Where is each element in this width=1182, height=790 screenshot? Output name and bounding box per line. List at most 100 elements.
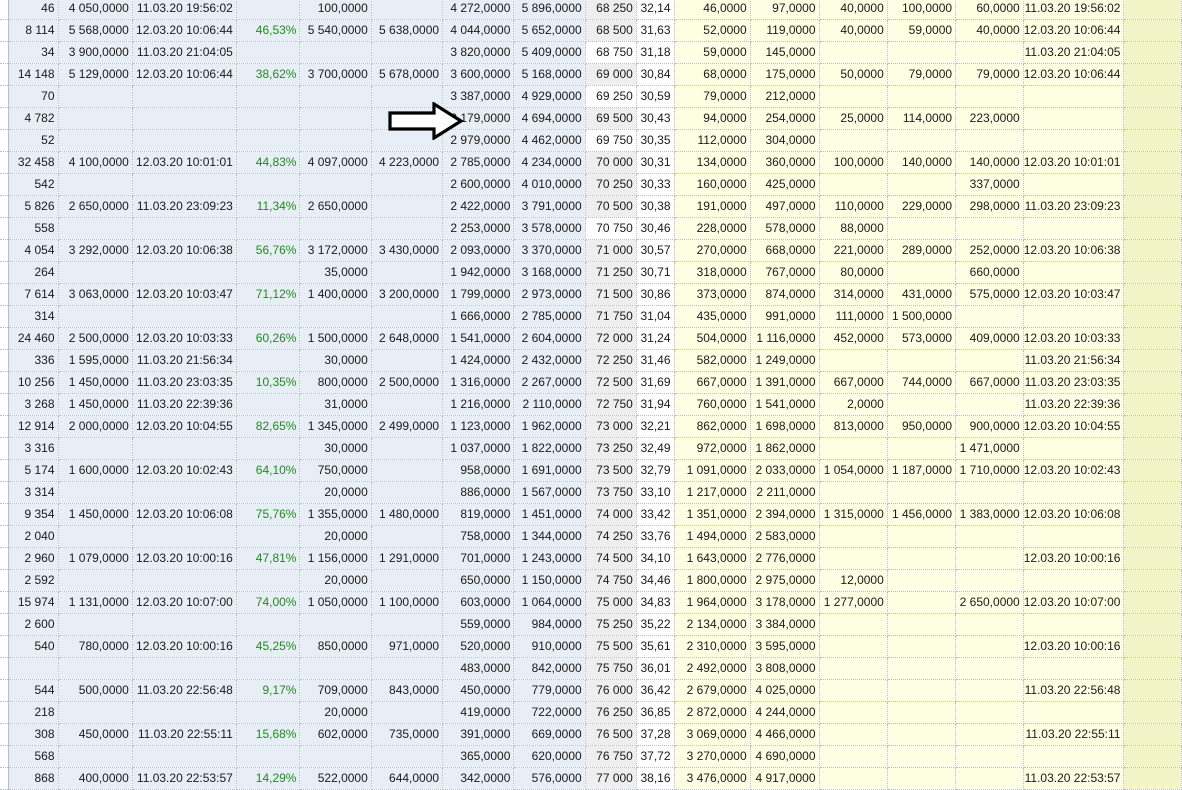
table-cell[interactable] — [58, 569, 133, 592]
table-cell[interactable]: 76 250 — [585, 701, 637, 724]
table-cell[interactable] — [1023, 305, 1125, 328]
table-cell[interactable]: 60,0000 — [955, 0, 1024, 20]
table-cell[interactable]: 1 050,0000 — [299, 591, 372, 614]
table-cell[interactable]: 72 750 — [585, 393, 637, 416]
table-cell[interactable]: 2 267,0000 — [513, 371, 586, 394]
table-cell[interactable]: 779,0000 — [513, 679, 586, 702]
table-cell[interactable] — [371, 745, 444, 768]
table-cell[interactable] — [58, 173, 133, 196]
table-cell[interactable]: 1 277,0000 — [819, 591, 888, 614]
table-cell[interactable]: 12.03.20 10:00:16 — [132, 547, 237, 570]
table-cell[interactable]: 72 250 — [585, 349, 637, 372]
table-cell[interactable]: 8 114 — [8, 19, 59, 42]
table-cell[interactable]: 69 000 — [585, 63, 637, 86]
table-cell[interactable]: 2 000,0000 — [58, 415, 133, 438]
table-cell[interactable] — [819, 701, 888, 724]
table-cell[interactable]: 32,14 — [636, 0, 675, 20]
table-cell[interactable]: 582,0000 — [674, 349, 751, 372]
table-cell[interactable]: 1 116,0000 — [750, 327, 820, 350]
table-cell[interactable] — [132, 261, 237, 284]
table-cell[interactable] — [955, 525, 1024, 548]
table-cell[interactable]: 2 492,0000 — [674, 657, 751, 680]
table-cell[interactable] — [1023, 107, 1125, 130]
table-cell[interactable] — [236, 393, 301, 416]
table-cell[interactable]: 667,0000 — [674, 371, 751, 394]
table-cell[interactable]: 573,0000 — [887, 327, 957, 350]
table-cell[interactable]: 68 750 — [585, 41, 637, 64]
table-cell[interactable]: 701,0000 — [442, 547, 515, 570]
table-cell[interactable]: 3 268 — [8, 393, 59, 416]
table-cell[interactable] — [132, 657, 237, 680]
table-cell[interactable] — [58, 613, 133, 636]
table-cell[interactable] — [1023, 525, 1125, 548]
table-cell[interactable]: 12.03.20 10:00:16 — [132, 635, 237, 658]
table-cell[interactable]: 31,04 — [636, 305, 675, 328]
table-cell[interactable] — [236, 85, 301, 108]
table-cell[interactable]: 100,0000 — [887, 0, 957, 20]
table-cell[interactable] — [371, 459, 444, 482]
table-cell[interactable]: 12.03.20 10:00:16 — [1023, 547, 1125, 570]
table-row[interactable]: 15 974 1 131,0000 12.03.20 10:07:00 74,00% 1… — [0, 591, 1182, 614]
table-cell[interactable]: 3 316 — [8, 437, 59, 460]
table-cell[interactable]: 3 270,0000 — [674, 745, 751, 768]
table-row[interactable]: 14 148 5 129,0000 12.03.20 10:06:44 38,62% 3… — [0, 63, 1182, 86]
table-cell[interactable]: 70 750 — [585, 217, 637, 240]
table-cell[interactable]: 270,0000 — [674, 239, 751, 262]
table-cell[interactable]: 160,0000 — [674, 173, 751, 196]
table-cell[interactable]: 813,0000 — [819, 415, 888, 438]
table-cell[interactable] — [1023, 745, 1125, 768]
table-cell[interactable]: 2,0000 — [819, 393, 888, 416]
table-cell[interactable]: 1 480,0000 — [371, 503, 444, 526]
table-cell[interactable]: 5 896,0000 — [513, 0, 586, 20]
table-cell[interactable]: 37,28 — [636, 723, 675, 746]
table-cell[interactable] — [236, 0, 301, 20]
table-cell[interactable]: 46,53% — [236, 19, 301, 42]
table-cell[interactable] — [955, 679, 1024, 702]
table-cell[interactable]: 1 541,0000 — [750, 393, 820, 416]
table-cell[interactable]: 4 782 — [8, 107, 59, 130]
table-cell[interactable] — [132, 85, 237, 108]
table-cell[interactable]: 2 033,0000 — [750, 459, 820, 482]
table-cell[interactable] — [8, 657, 59, 680]
table-cell[interactable]: 5 174 — [8, 459, 59, 482]
table-row[interactable]: 4 782 3 179,0000 4 694,0000 69 500 30,43 94,0… — [0, 107, 1182, 130]
table-cell[interactable] — [955, 481, 1024, 504]
table-cell[interactable]: 100,0000 — [299, 0, 372, 20]
table-cell[interactable] — [887, 635, 957, 658]
table-cell[interactable] — [58, 261, 133, 284]
table-cell[interactable]: 4 244,0000 — [750, 701, 820, 724]
table-cell[interactable]: 568 — [8, 745, 59, 768]
table-row[interactable]: 218 20,0000 419,0000 722,0000 76 250 36,85 2 8… — [0, 701, 1182, 724]
table-cell[interactable]: 34,46 — [636, 569, 675, 592]
table-cell[interactable] — [371, 261, 444, 284]
table-cell[interactable] — [887, 437, 957, 460]
table-cell[interactable] — [132, 701, 237, 724]
table-cell[interactable]: 603,0000 — [442, 591, 515, 614]
table-row[interactable]: 308 450,0000 11.03.20 22:55:11 15,68% 602,00… — [0, 723, 1182, 746]
table-cell[interactable] — [955, 569, 1024, 592]
table-cell[interactable]: 3 700,0000 — [299, 63, 372, 86]
table-cell[interactable]: 1 964,0000 — [674, 591, 751, 614]
table-cell[interactable]: 34,10 — [636, 547, 675, 570]
table-cell[interactable] — [236, 481, 301, 504]
table-cell[interactable]: 3 370,0000 — [513, 239, 586, 262]
table-cell[interactable]: 1 355,0000 — [299, 503, 372, 526]
table-cell[interactable] — [132, 107, 237, 130]
table-cell[interactable]: 504,0000 — [674, 327, 751, 350]
table-cell[interactable]: 74 750 — [585, 569, 637, 592]
table-cell[interactable]: 56,76% — [236, 239, 301, 262]
table-cell[interactable]: 71 750 — [585, 305, 637, 328]
table-cell[interactable]: 910,0000 — [513, 635, 586, 658]
table-cell[interactable] — [236, 745, 301, 768]
table-cell[interactable]: 140,0000 — [955, 151, 1024, 174]
table-cell[interactable]: 1 216,0000 — [442, 393, 515, 416]
table-cell[interactable]: 958,0000 — [442, 459, 515, 482]
table-cell[interactable] — [371, 701, 444, 724]
table-cell[interactable]: 5 409,0000 — [513, 41, 586, 64]
table-cell[interactable]: 5 826 — [8, 195, 59, 218]
table-cell[interactable]: 111,0000 — [819, 305, 888, 328]
table-cell[interactable] — [887, 525, 957, 548]
table-cell[interactable]: 12.03.20 10:03:47 — [132, 283, 237, 306]
table-cell[interactable]: 4 917,0000 — [750, 767, 820, 790]
table-cell[interactable] — [132, 481, 237, 504]
